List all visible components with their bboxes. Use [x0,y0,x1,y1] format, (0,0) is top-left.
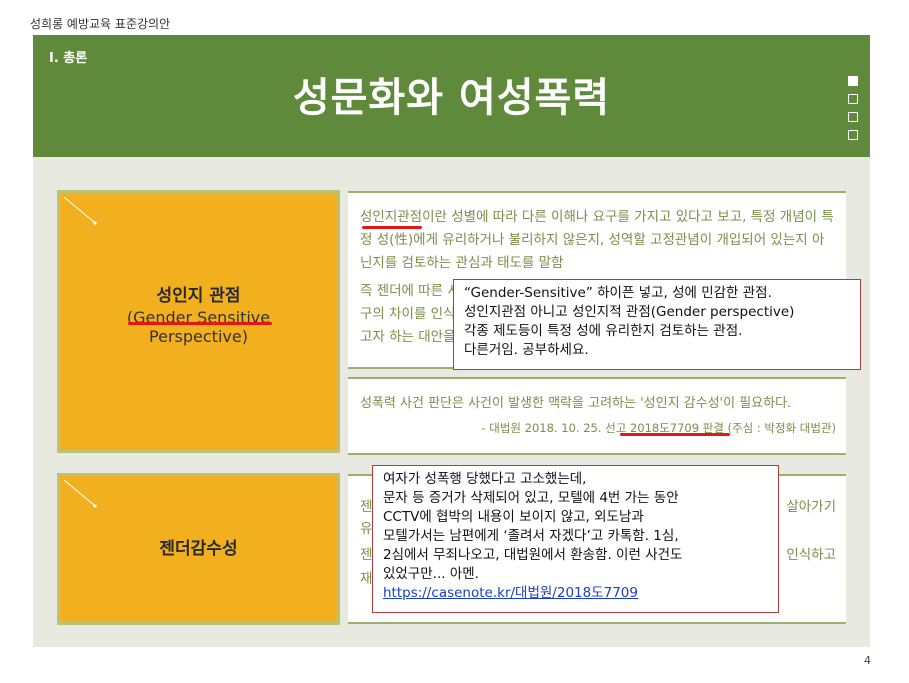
title-banner: Ⅰ. 총론 성문화와 여성폭력 [33,35,870,157]
underline-annotation [362,226,422,229]
panel-fragment: 젠 [360,499,373,515]
document-header: 성희롱 예방교육 표준강의안 [30,17,171,31]
panel-line: 닌지를 검토하는 관심과 태도를 말함 [360,255,564,271]
nav-square-icon [848,94,858,104]
box-subtitle: Perspective) [149,327,248,346]
nav-square-icon [848,130,858,140]
case-link[interactable]: https://casenote.kr/대법원/2018도7709 [383,585,638,601]
slide-title: 성문화와 여성폭력 [292,75,611,121]
panel-fragment: 유 [360,521,373,537]
note-line: 다른거임. 공부하세요. [464,342,589,358]
page-number: 4 [864,654,871,667]
underline-annotation [128,322,272,325]
note-line: 모텔가서는 남편에게 ‘졸려서 자겠다’고 카톡함. 1심, [383,528,679,544]
court-ruling-panel: 성폭력 사건 판단은 사건이 발생한 맥락을 고려하는 '성인지 감수성'이 필… [348,377,846,455]
note-line: 성인지관점 아니고 성인지적 관점(Gender perspective) [464,304,795,320]
panel-line: 고자 하는 대안을 [360,329,456,345]
corner-line-icon [64,197,97,225]
box-subtitle: (Gender Sensitive [126,308,271,327]
note-line: CCTV에 협박의 내용이 보이지 않고, 외도남과 [383,509,644,525]
nav-square-icon [848,112,858,122]
panel-fragment: 살아가기 [786,499,836,515]
note-line: 2심에서 무죄나오고, 대법원에서 환송함. 이런 사건도 [383,547,683,563]
panel-line: 정 성(性)에게 유리하거나 불리하지 않은지, 성역할 고정관념이 개입되어 … [360,232,825,248]
concept-box-gender-sensitivity: 젠더감수성 [57,473,340,625]
nav-square-icon [848,76,858,86]
section-label: Ⅰ. 총론 [49,51,88,66]
panel-fragment: 인식하고 [786,547,836,563]
note-line: 있었구만... 아멘. [383,566,479,582]
underline-annotation [620,433,730,436]
box-title: 젠더감수성 [159,539,238,559]
corner-line-icon [64,480,97,508]
panel-line: 성폭력 사건 판단은 사건이 발생한 맥락을 고려하는 '성인지 감수성'이 필… [360,396,792,411]
comment-note: “Gender-Sensitive” 하이픈 넣고, 성에 민감한 관점. 성인… [453,279,861,370]
citation: - 대법원 2018. 10. 25. 선고 2018도7709 판결 (주심 … [481,421,836,435]
panel-line: 구의 차이를 인식 [360,306,456,322]
note-line: “Gender-Sensitive” 하이픈 넣고, 성에 민감한 관점. [464,285,772,301]
panel-fragment: 재 [360,571,373,587]
note-line: 각종 제도등이 특정 성에 유리한지 검토하는 관점. [464,323,743,339]
panel-fragment: 젠 [360,547,373,563]
note-line: 문자 등 증거가 삭제되어 있고, 모텔에 4번 가는 동안 [383,490,679,506]
panel-line: 즉 젠더에 따른 시 [360,283,460,299]
panel-line: 성인지관점이란 성별에 따라 다른 이해나 요구를 가지고 있다고 보고, 특정… [360,209,834,225]
box-title: 성인지 관점 [156,286,241,306]
note-line: 여자가 성폭행 당했다고 고소했는데, [383,471,587,487]
comment-note: 여자가 성폭행 당했다고 고소했는데, 문자 등 증거가 삭제되어 있고, 모텔… [372,465,779,613]
